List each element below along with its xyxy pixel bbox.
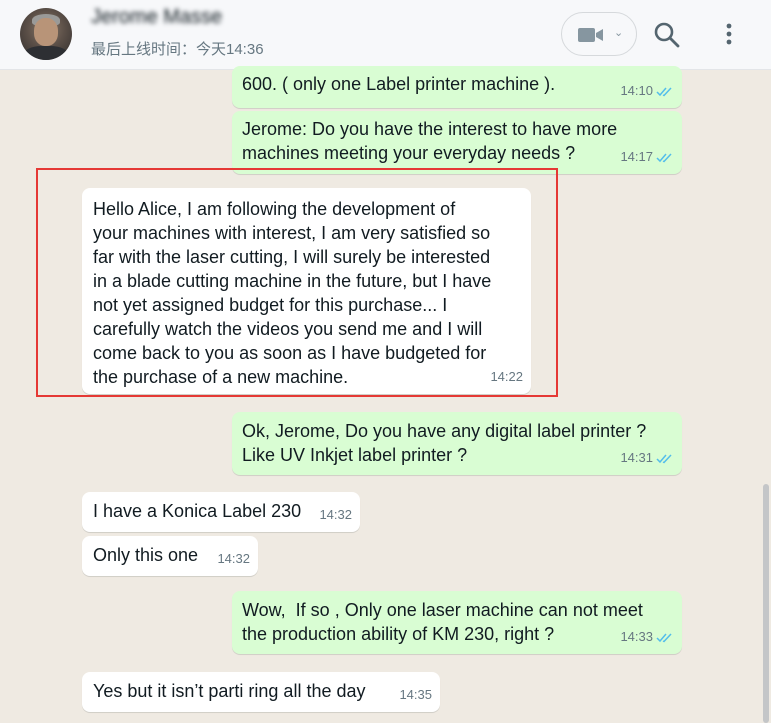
message-outgoing[interactable]: Ok, Jerome, Do you have any digital labe… [232, 412, 682, 475]
message-text: I have a Konica Label 230 [93, 501, 302, 521]
double-check-icon [656, 152, 672, 162]
message-text: Jerome: Do you have the interest to have… [242, 119, 618, 163]
contact-name[interactable]: Jerome Masse [91, 6, 222, 29]
search-icon[interactable] [652, 20, 682, 50]
message-time: 14:10 [620, 83, 653, 98]
message-time: 14:31 [620, 450, 653, 465]
message-time: 14:33 [620, 629, 653, 644]
scrollbar[interactable] [763, 484, 769, 723]
double-check-icon [656, 632, 672, 642]
video-camera-icon [578, 28, 603, 42]
contact-avatar[interactable] [20, 8, 72, 60]
message-text: Yes but it isn’t parti ring all the day [93, 681, 366, 701]
message-time: 14:32 [319, 507, 352, 522]
message-outgoing[interactable]: Wow, If so , Only one laser machine can … [232, 591, 682, 654]
message-incoming[interactable]: Yes but it isn’t parti ring all the day … [82, 672, 440, 712]
message-incoming[interactable]: Only this one 14:32 [82, 536, 258, 576]
message-incoming[interactable]: I have a Konica Label 230 14:32 [82, 492, 360, 532]
double-check-icon [656, 453, 672, 463]
message-text: Wow, If so , Only one laser machine can … [242, 600, 643, 644]
message-time: 14:32 [217, 551, 250, 566]
more-vertical-icon[interactable] [714, 20, 744, 50]
chevron-down-icon: ⌄ [614, 27, 624, 39]
highlight-box [36, 168, 558, 397]
video-call-button[interactable]: ⌄ [561, 12, 637, 56]
message-time: 14:17 [620, 149, 653, 164]
message-outgoing[interactable]: 600. ( only one Label printer machine ).… [232, 66, 682, 108]
double-check-icon [656, 86, 672, 96]
message-list[interactable]: 600. ( only one Label printer machine ).… [0, 66, 771, 723]
message-time: 14:35 [399, 687, 432, 702]
chat-header: Jerome Masse 最后上线时间：今天14:36 ⌄ [0, 0, 771, 70]
last-seen-status: 最后上线时间：今天14:36 [91, 41, 264, 58]
message-text: Ok, Jerome, Do you have any digital labe… [242, 421, 647, 465]
message-outgoing[interactable]: Jerome: Do you have the interest to have… [232, 111, 682, 174]
message-text: 600. ( only one Label printer machine ). [242, 74, 556, 94]
